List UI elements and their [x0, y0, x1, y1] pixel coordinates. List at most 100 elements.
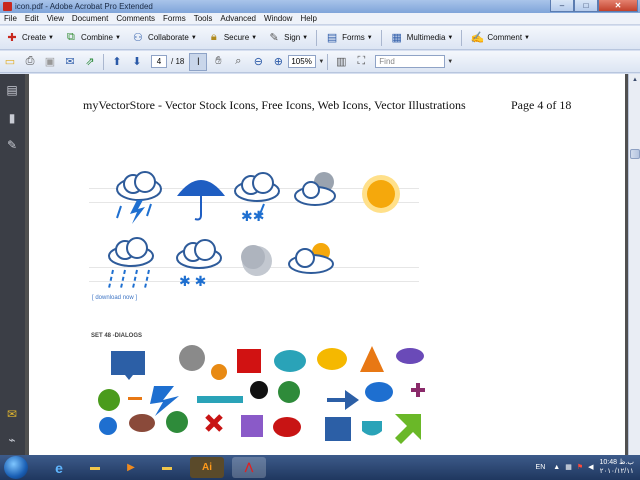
- share-icon[interactable]: ⇗: [81, 53, 99, 71]
- vertical-scrollbar[interactable]: ▲: [628, 74, 640, 455]
- find-input[interactable]: Find: [375, 55, 446, 68]
- internet-explorer-icon[interactable]: e: [42, 457, 76, 478]
- menu-bar: File Edit View Document Comments Forms T…: [0, 13, 640, 25]
- zoom-tool-icon[interactable]: ⌕: [229, 53, 247, 71]
- scroll-up-icon[interactable]: ▲: [630, 75, 640, 85]
- sign-button[interactable]: ✎ Sign ▼: [262, 28, 313, 48]
- menu-document[interactable]: Document: [68, 14, 112, 23]
- taskbar: e ▬ ▶ ▬ Ai ⋀ EN ▲ ▦ ⚑ ◀ 10:48 ب.ظ ۲۰۱۰/۱…: [0, 455, 640, 480]
- create-icon: ✚: [7, 32, 17, 44]
- page-number-input[interactable]: 4: [151, 55, 167, 68]
- zoom-out-icon[interactable]: ⊖: [249, 53, 267, 71]
- select-text-icon[interactable]: I: [189, 52, 208, 71]
- minimize-button[interactable]: –: [550, 0, 574, 12]
- toolbar-separator: [316, 29, 318, 46]
- secure-button[interactable]: 🔒︎ Secure ▼: [202, 28, 262, 48]
- find-dropdown-icon[interactable]: ▼: [447, 59, 453, 65]
- create-button[interactable]: ✚ Create ▼: [0, 28, 59, 48]
- navigation-pane: ▤ ▮ ✎ ✉ ⌁: [0, 74, 25, 455]
- dialog-icons: [98, 345, 425, 444]
- chevron-down-icon: ▼: [366, 34, 373, 41]
- page-layout-icon[interactable]: ▥: [332, 53, 350, 71]
- toolbar-separator: [380, 29, 382, 46]
- menu-file[interactable]: File: [0, 14, 21, 23]
- chevron-down-icon: ▼: [447, 34, 454, 41]
- clock[interactable]: 10:48 ب.ظ ۲۰۱۰/۱۲/۱۱: [600, 458, 634, 476]
- language-indicator[interactable]: EN: [536, 464, 546, 471]
- menu-edit[interactable]: Edit: [21, 14, 43, 23]
- attachments-panel-icon[interactable]: ⌁: [5, 432, 19, 447]
- start-button[interactable]: [4, 456, 28, 479]
- zoom-level-input[interactable]: 105%: [288, 55, 317, 68]
- tasks-toolbar: ✚ Create ▼ ⧉ Combine ▼ ⚇ Collaborate ▼ 🔒︎ S…: [0, 26, 640, 50]
- title-bar: icon.pdf - Adobe Acrobat Pro Extended – …: [0, 0, 640, 13]
- svg-text:✱ ✱: ✱ ✱: [179, 273, 206, 289]
- collaborate-icon: ⚇: [133, 32, 143, 44]
- email-icon[interactable]: ✉: [61, 53, 79, 71]
- zoom-dropdown-icon[interactable]: ▼: [318, 59, 324, 65]
- clock-date: ۲۰۱۰/۱۲/۱۱: [599, 468, 634, 475]
- page-total: / 18: [171, 57, 185, 66]
- combine-icon: ⧉: [67, 31, 75, 43]
- multimedia-icon: ▦: [391, 32, 402, 44]
- menu-window[interactable]: Window: [260, 14, 296, 23]
- collaborate-button[interactable]: ⚇ Collaborate ▼: [126, 28, 202, 48]
- previous-page-icon[interactable]: ⬆: [108, 53, 126, 71]
- save-icon[interactable]: ▣: [41, 53, 59, 71]
- maximize-button[interactable]: □: [574, 0, 598, 12]
- menu-comments[interactable]: Comments: [112, 14, 159, 23]
- comment-button[interactable]: ✍ Comment ▼: [465, 28, 535, 48]
- next-page-icon[interactable]: ⬇: [128, 53, 146, 71]
- signatures-panel-icon[interactable]: ✎: [5, 137, 19, 152]
- media-player-icon[interactable]: ▶: [114, 457, 148, 478]
- clock-time: 10:48 ب.ظ: [599, 459, 634, 466]
- navigation-toolbar: ▭ ⎙ ▣ ✉ ⇗ ⬆ ⬇ 4 / 18 I ✋︎ ⌕ ⊖ ⊕ 105% ▼ ▥…: [0, 51, 640, 73]
- chevron-down-icon: ▼: [190, 34, 197, 41]
- folder-taskbar-icon[interactable]: ▬: [150, 457, 184, 478]
- print-icon[interactable]: ⎙: [21, 53, 39, 71]
- close-button[interactable]: ✕: [598, 0, 638, 12]
- comments-panel-icon[interactable]: ✉: [5, 406, 19, 421]
- umbrella-icon: [177, 180, 225, 221]
- set-title: SET 48 -DIALOGS: [91, 333, 143, 339]
- pages-panel-icon[interactable]: ▤: [5, 82, 19, 97]
- network-icon[interactable]: ▦: [565, 463, 572, 471]
- menu-advanced[interactable]: Advanced: [216, 14, 260, 23]
- illustrator-icon[interactable]: Ai: [190, 457, 224, 478]
- snow-rain-cloud-icon: ✱✱: [234, 172, 280, 224]
- acrobat-app-icon: [3, 2, 12, 11]
- chevron-down-icon: ▼: [302, 34, 309, 41]
- forms-button[interactable]: ▤ Forms ▼: [320, 28, 378, 48]
- window-title: icon.pdf - Adobe Acrobat Pro Extended: [15, 2, 153, 11]
- scroll-thumb[interactable]: [630, 149, 640, 159]
- menu-view[interactable]: View: [43, 14, 68, 23]
- tray-arrow-icon[interactable]: ▲: [553, 464, 560, 471]
- combine-button[interactable]: ⧉ Combine ▼: [59, 28, 126, 48]
- chevron-down-icon: ▼: [114, 34, 121, 41]
- toolbar-separator: [103, 53, 104, 70]
- toolbar-separator: [327, 53, 329, 70]
- security-flag-icon[interactable]: ⚑: [577, 463, 583, 471]
- toolbar-separator: [461, 29, 463, 46]
- menu-help[interactable]: Help: [296, 14, 320, 23]
- download-now-link[interactable]: [ download now ]: [92, 295, 137, 301]
- hand-tool-icon[interactable]: ✋︎: [209, 53, 227, 71]
- fit-page-icon[interactable]: ⛶: [352, 53, 370, 71]
- sun-cloud-icon: [288, 243, 334, 274]
- acrobat-taskbar-icon[interactable]: ⋀: [232, 457, 266, 478]
- forms-icon: ▤: [326, 32, 338, 44]
- chevron-down-icon: ▼: [251, 34, 258, 41]
- menu-forms[interactable]: Forms: [159, 14, 190, 23]
- volume-icon[interactable]: ◀: [588, 463, 593, 471]
- open-folder-icon[interactable]: ▭: [1, 53, 19, 71]
- snow-cloud-icon: ✱ ✱: [176, 239, 222, 289]
- chevron-down-icon: ▼: [524, 34, 530, 41]
- rain-cloud-icon: [108, 237, 154, 289]
- bookmarks-panel-icon[interactable]: ▮: [5, 110, 19, 125]
- menu-tools[interactable]: Tools: [190, 14, 217, 23]
- document-area: myVectorStore - Vector Stock Icons, Free…: [25, 74, 628, 455]
- explorer-folder-icon[interactable]: ▬: [78, 457, 112, 478]
- zoom-in-icon[interactable]: ⊕: [269, 53, 287, 71]
- moon-cloud-icon: [294, 172, 336, 206]
- multimedia-button[interactable]: ▦ Multimedia ▼: [385, 28, 459, 48]
